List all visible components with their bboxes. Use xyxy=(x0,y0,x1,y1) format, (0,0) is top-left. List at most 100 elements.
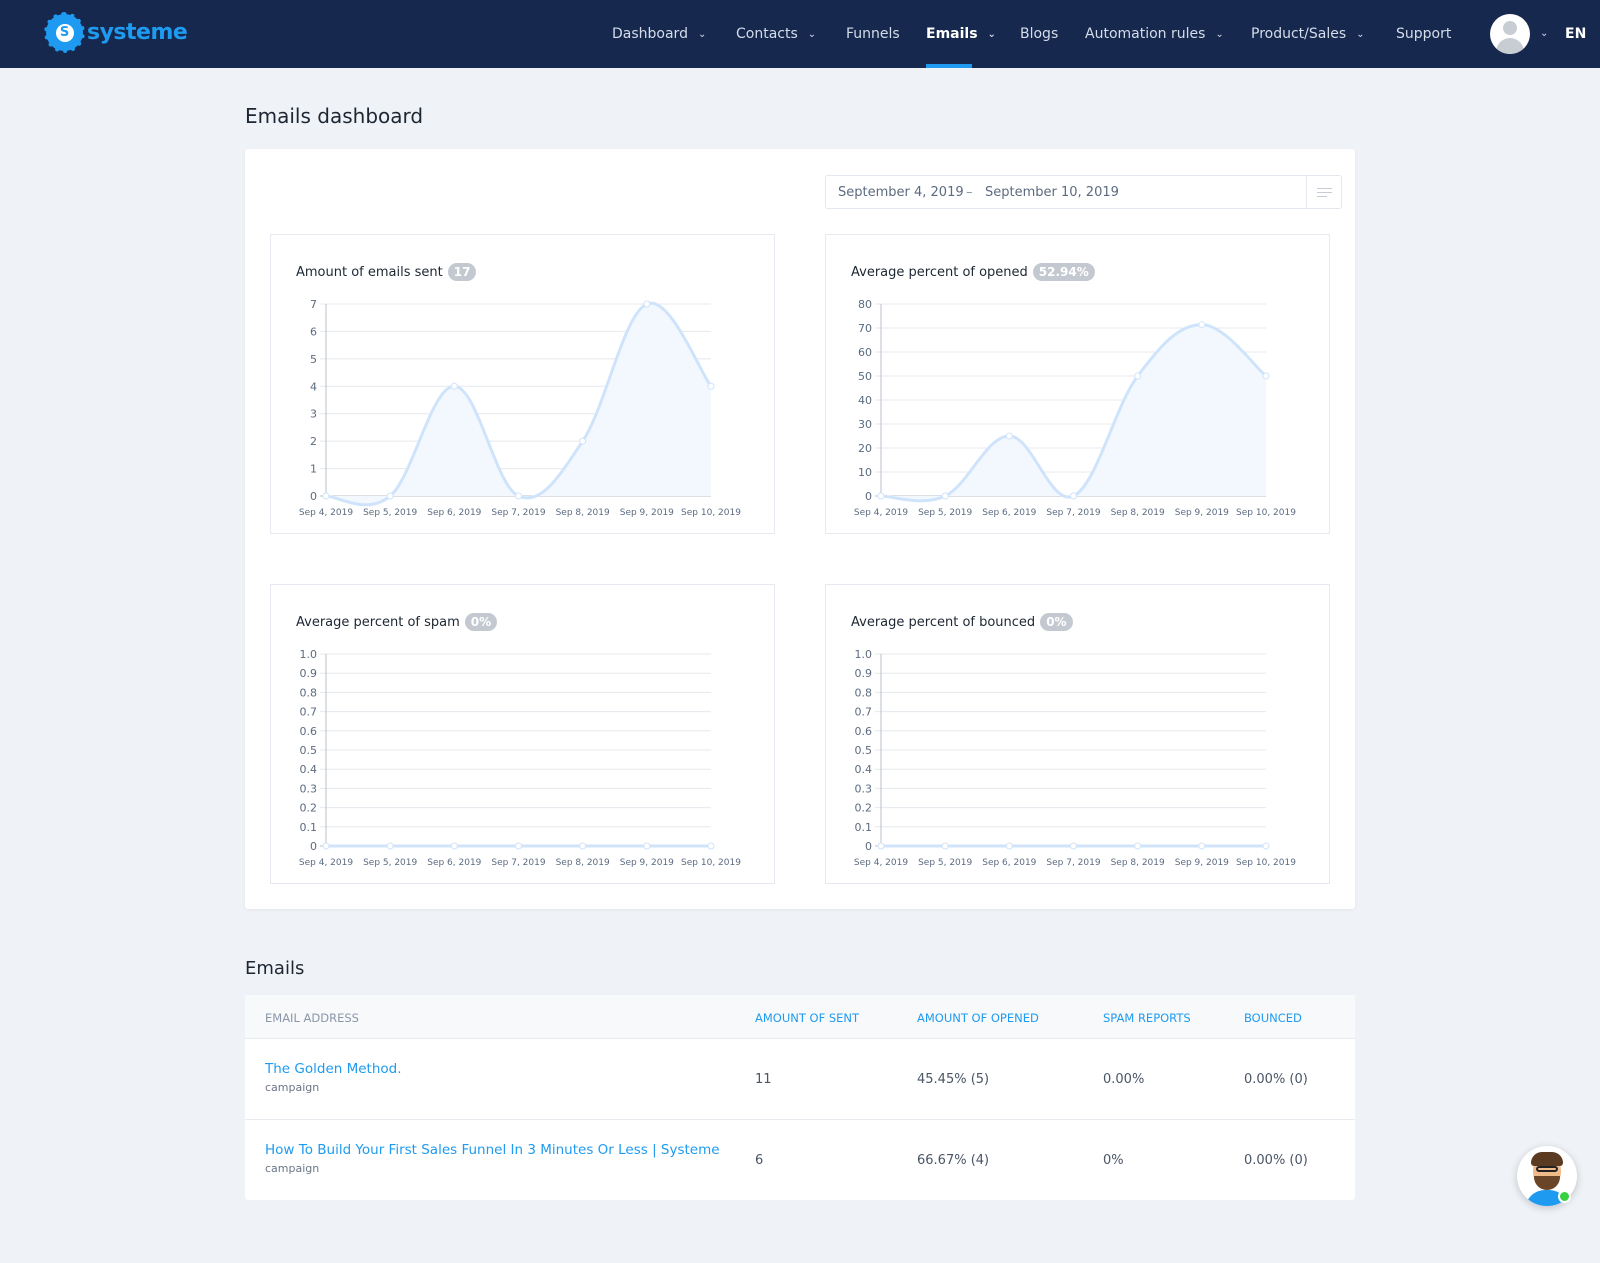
email-campaign-link[interactable]: The Golden Method. xyxy=(265,1061,402,1077)
data-point xyxy=(1134,372,1142,380)
chart-opened: 0 10 20 30 40 50 60 70 80 Sep 4, 2019 Sep 5, 2019 S… xyxy=(854,298,1296,518)
data-point xyxy=(386,492,394,500)
y-tick-label: 50 xyxy=(858,370,872,383)
spam-reports-cell: 0% xyxy=(1103,1153,1124,1168)
x-tick-label: Sep 10, 2019 xyxy=(1236,508,1296,518)
y-tick-label: 0.1 xyxy=(855,821,873,834)
data-point xyxy=(1070,842,1077,850)
y-tick-label: 0.6 xyxy=(855,725,873,738)
y-tick-label: 0.3 xyxy=(855,782,873,795)
x-tick-label: Sep 7, 2019 xyxy=(1046,858,1100,868)
nav-support[interactable]: Support xyxy=(1396,26,1451,42)
nav-contacts[interactable]: Contacts ⌄ xyxy=(736,26,816,42)
date-range-separator: – xyxy=(966,185,973,200)
bounced-cell: 0.00% (0) xyxy=(1244,1153,1308,1168)
data-point xyxy=(386,842,394,850)
x-tick-label: Sep 5, 2019 xyxy=(363,858,417,868)
data-point xyxy=(515,842,522,850)
x-tick-label: Sep 5, 2019 xyxy=(363,508,417,518)
nav-automation-rules[interactable]: Automation rules ⌄ xyxy=(1085,26,1224,42)
date-range-picker[interactable]: September 4, 2019 – September 10, 2019 xyxy=(825,175,1342,209)
email-campaign-link[interactable]: How To Build Your First Sales Funnel In … xyxy=(265,1142,720,1158)
data-point xyxy=(450,382,458,390)
chart-card-spam: Average percent of spam 0% 0 0.1 0.2 0.3 0.4… xyxy=(270,584,775,884)
column-header-bounced[interactable]: BOUNCED xyxy=(1244,1011,1302,1025)
x-tick-label: Sep 6, 2019 xyxy=(427,858,481,868)
chart-emails-sent: 0 1 2 3 4 5 6 7 Sep 4, 2019 Sep 5, 2019 Sep 6, 201… xyxy=(299,298,741,518)
data-point xyxy=(1005,842,1013,850)
x-tick-label: Sep 7, 2019 xyxy=(491,858,545,868)
language-switcher[interactable]: EN xyxy=(1565,26,1586,42)
x-tick-label: Sep 4, 2019 xyxy=(854,858,908,868)
data-point xyxy=(322,492,330,500)
x-tick-label: Sep 9, 2019 xyxy=(1175,858,1229,868)
x-tick-label: Sep 8, 2019 xyxy=(556,508,610,518)
data-point xyxy=(515,492,522,500)
amount-opened-cell: 45.45% (5) xyxy=(917,1072,990,1087)
data-point xyxy=(1198,842,1206,850)
y-tick-label: 0 xyxy=(865,490,872,503)
x-tick-label: Sep 10, 2019 xyxy=(681,858,741,868)
emails-section-title: Emails xyxy=(245,958,305,979)
y-tick-label: 4 xyxy=(310,380,317,393)
amount-sent-cell: 11 xyxy=(755,1072,772,1087)
nav-emails[interactable]: Emails ⌄ xyxy=(926,26,996,42)
x-tick-label: Sep 8, 2019 xyxy=(1111,508,1165,518)
y-tick-label: 0.1 xyxy=(300,821,318,834)
nav-active-indicator xyxy=(926,64,972,68)
x-tick-label: Sep 4, 2019 xyxy=(854,508,908,518)
column-header-email-address[interactable]: EMAIL ADDRESS xyxy=(265,1011,359,1025)
x-tick-label: Sep 9, 2019 xyxy=(1175,508,1229,518)
x-tick-label: Sep 10, 2019 xyxy=(681,508,741,518)
data-point xyxy=(877,492,885,500)
data-point xyxy=(941,492,949,500)
x-tick-label: Sep 10, 2019 xyxy=(1236,858,1296,868)
y-tick-label: 0 xyxy=(310,840,317,853)
nav-product-sales[interactable]: Product/Sales ⌄ xyxy=(1251,26,1365,42)
amount-opened-cell: 66.67% (4) xyxy=(917,1153,990,1168)
email-type: campaign xyxy=(265,1162,320,1175)
y-tick-label: 0.5 xyxy=(300,744,318,757)
y-tick-label: 0.4 xyxy=(855,763,873,776)
y-tick-label: 70 xyxy=(858,322,872,335)
x-tick-label: Sep 6, 2019 xyxy=(982,858,1036,868)
filter-lines-icon[interactable] xyxy=(1306,176,1341,208)
email-type: campaign xyxy=(265,1081,320,1094)
data-point xyxy=(1198,321,1206,329)
nav-funnels[interactable]: Funnels xyxy=(846,26,900,42)
y-tick-label: 0.2 xyxy=(855,802,873,815)
nav-blogs[interactable]: Blogs xyxy=(1020,26,1058,42)
y-tick-label: 0 xyxy=(310,490,317,503)
chart-card-bounced: Average percent of bounced 0% 0 0.1 0.2 0.3… xyxy=(825,584,1330,884)
chevron-down-icon[interactable]: ⌄ xyxy=(1540,28,1548,39)
data-point xyxy=(1262,372,1270,380)
amount-sent-cell: 6 xyxy=(755,1153,764,1168)
data-point xyxy=(1005,432,1013,440)
y-tick-label: 1 xyxy=(310,463,317,476)
column-header-spam-reports[interactable]: SPAM REPORTS xyxy=(1103,1011,1191,1025)
data-point xyxy=(450,842,458,850)
x-tick-label: Sep 9, 2019 xyxy=(620,858,674,868)
nav-dashboard[interactable]: Dashboard ⌄ xyxy=(612,26,706,42)
date-range-end: September 10, 2019 xyxy=(985,185,1119,200)
x-tick-label: Sep 4, 2019 xyxy=(299,508,353,518)
data-point xyxy=(579,437,587,445)
y-tick-label: 0 xyxy=(865,840,872,853)
column-header-amount-opened[interactable]: AMOUNT OF OPENED xyxy=(917,1011,1039,1025)
column-header-amount-sent[interactable]: AMOUNT OF SENT xyxy=(755,1011,859,1025)
y-tick-label: 0.4 xyxy=(300,763,318,776)
data-point xyxy=(877,842,885,850)
data-point xyxy=(322,842,330,850)
series-area xyxy=(326,303,711,505)
online-status-dot xyxy=(1558,1190,1571,1203)
x-tick-label: Sep 5, 2019 xyxy=(918,508,972,518)
series-area xyxy=(881,324,1266,501)
y-tick-label: 60 xyxy=(858,346,872,359)
page-title: Emails dashboard xyxy=(245,104,424,128)
table-row: How To Build Your First Sales Funnel In … xyxy=(245,1120,1355,1201)
user-avatar-icon[interactable] xyxy=(1490,14,1530,54)
y-tick-label: 2 xyxy=(310,435,317,448)
chevron-down-icon: ⌄ xyxy=(1356,28,1365,40)
y-tick-label: 40 xyxy=(858,394,872,407)
data-point xyxy=(643,300,651,308)
